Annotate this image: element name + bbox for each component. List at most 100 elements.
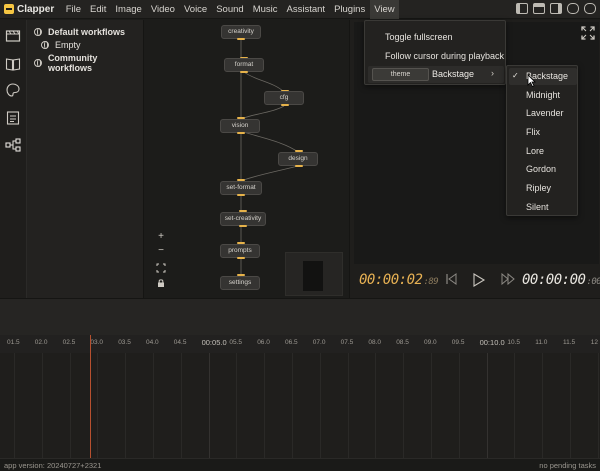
timeline-grid-line (431, 353, 432, 459)
globe-icon (34, 28, 42, 36)
layout-right-panel-icon[interactable] (550, 3, 562, 14)
theme-menu-item[interactable]: theme Backstage › (368, 66, 504, 83)
menu-image[interactable]: Image (111, 0, 146, 19)
check-icon: ✓ (512, 71, 519, 80)
play-icon[interactable] (472, 273, 486, 287)
timeline-grid-line (236, 353, 238, 459)
theme-option-gordon[interactable]: Gordon (526, 164, 556, 174)
fast-forward-icon[interactable] (501, 273, 515, 285)
timeline-tick-label: 01.5 (7, 339, 20, 346)
github-icon[interactable] (584, 3, 596, 14)
theme-label: theme (372, 68, 429, 81)
timeline[interactable]: 01.5 02.0 02.5 03.0 03.5 04.0 04.5 00:05.0 05.5 0… (0, 298, 600, 459)
menu-assistant[interactable]: Assistant (282, 0, 330, 19)
toggle-fullscreen-item[interactable]: Toggle fullscreen (385, 32, 453, 42)
flow-editor[interactable]: creativity format cfg vision design set-… (144, 20, 349, 298)
node-handle[interactable] (237, 38, 245, 40)
timeline-grid-line (125, 353, 127, 459)
node-handle[interactable] (240, 71, 248, 73)
layout-top-panel-icon[interactable] (533, 3, 545, 14)
mouse-cursor-icon (527, 74, 536, 87)
node-handle[interactable] (237, 132, 245, 134)
menu-plugins[interactable]: Plugins (330, 0, 370, 19)
follow-cursor-item[interactable]: Follow cursor during playback (385, 51, 504, 61)
timeline-tick-label: 02.5 (62, 339, 76, 346)
menu-sound[interactable]: Sound (212, 0, 248, 19)
discord-icon[interactable] (567, 3, 579, 14)
timeline-grid-line (458, 353, 460, 459)
node-creativity[interactable]: creativity (221, 25, 261, 39)
node-design[interactable]: design (278, 152, 318, 166)
timeline-grid-line (69, 353, 71, 459)
node-set-format[interactable]: set-format (220, 181, 262, 195)
playhead[interactable] (90, 335, 91, 459)
theme-option-flix[interactable]: Flix (526, 127, 540, 137)
pending-tasks: no pending tasks (539, 461, 596, 470)
menu-music[interactable]: Music (248, 0, 282, 19)
menu-view[interactable]: View (369, 0, 400, 19)
timeline-tick-label: 07.5 (340, 339, 354, 346)
zoom-in-button[interactable]: + (156, 232, 166, 242)
node-set-creativity[interactable]: set-creativity (220, 212, 266, 226)
script-icon[interactable] (5, 110, 21, 126)
theme-option-lavender[interactable]: Lavender (526, 108, 564, 118)
timeline-grid-line (14, 353, 15, 459)
theme-option-midnight[interactable]: Midnight (526, 90, 560, 100)
timeline-tick-label: 12 (590, 339, 599, 346)
fit-view-icon[interactable] (156, 263, 166, 273)
menu-voice[interactable]: Voice (179, 0, 211, 19)
minimap[interactable] (285, 252, 343, 296)
timeline-header (0, 299, 600, 335)
menu-video[interactable]: Video (146, 0, 179, 19)
globe-icon (34, 59, 42, 67)
node-handle[interactable] (237, 194, 245, 196)
layout-left-panel-icon[interactable] (516, 3, 528, 14)
tree-empty-label: Empty (55, 40, 81, 50)
timeline-grid-line (570, 353, 571, 459)
node-vision[interactable]: vision (220, 119, 260, 133)
timeline-grid-line (347, 353, 349, 459)
total-time: 00:00:00 (522, 272, 586, 288)
node-prompts[interactable]: prompts (220, 244, 260, 258)
theme-submenu: ✓ Backstage Midnight Lavender Flix Lore … (506, 65, 578, 216)
fullscreen-icon[interactable] (581, 26, 595, 40)
menu-edit[interactable]: Edit (86, 0, 111, 19)
timeline-tick-label: 04.5 (173, 339, 187, 346)
palette-icon[interactable] (5, 82, 21, 98)
lock-icon[interactable] (156, 278, 166, 288)
minimap-viewport (303, 261, 323, 291)
node-format[interactable]: format (224, 58, 264, 72)
workflow-icon[interactable] (5, 137, 21, 153)
total-timecode: 00:00:00:00 (522, 272, 600, 288)
theme-option-lore[interactable]: Lore (526, 146, 544, 156)
film-icon[interactable] (5, 28, 21, 44)
app-version: app version: 20240727+2321 (4, 461, 102, 470)
tree-default-workflows[interactable]: Default workflows (34, 27, 125, 37)
left-rail (0, 20, 27, 298)
node-settings[interactable]: settings (220, 276, 260, 290)
timeline-grid-line (97, 353, 99, 459)
book-icon[interactable] (5, 56, 21, 72)
timeline-tick-label: 11.0 (535, 339, 548, 346)
timeline-grid-line (292, 353, 293, 459)
theme-current-value: Backstage (432, 69, 475, 79)
app-logo: Clapper (0, 4, 54, 15)
tree-community-workflows[interactable]: Community workflows (34, 53, 143, 73)
menu-file[interactable]: File (61, 0, 85, 19)
node-handle[interactable] (295, 165, 303, 167)
node-handle[interactable] (237, 257, 245, 259)
zoom-out-button[interactable]: − (156, 246, 166, 256)
timeline-tick-label: 09.5 (451, 339, 465, 346)
theme-option-silent[interactable]: Silent (526, 202, 549, 212)
timeline-grid-line (153, 353, 154, 459)
node-handle[interactable] (239, 225, 247, 227)
timeline-tick-label: 03.0 (90, 339, 104, 346)
node-handle[interactable] (281, 104, 289, 106)
tree-empty[interactable]: Empty (41, 40, 81, 50)
timeline-tick-label: 00:05.0 (201, 338, 227, 347)
timeline-grid-line (403, 353, 405, 459)
skip-back-icon[interactable] (445, 273, 457, 285)
timeline-grid-line (542, 353, 544, 459)
node-cfg[interactable]: cfg (264, 91, 304, 105)
theme-option-ripley[interactable]: Ripley (526, 183, 551, 193)
